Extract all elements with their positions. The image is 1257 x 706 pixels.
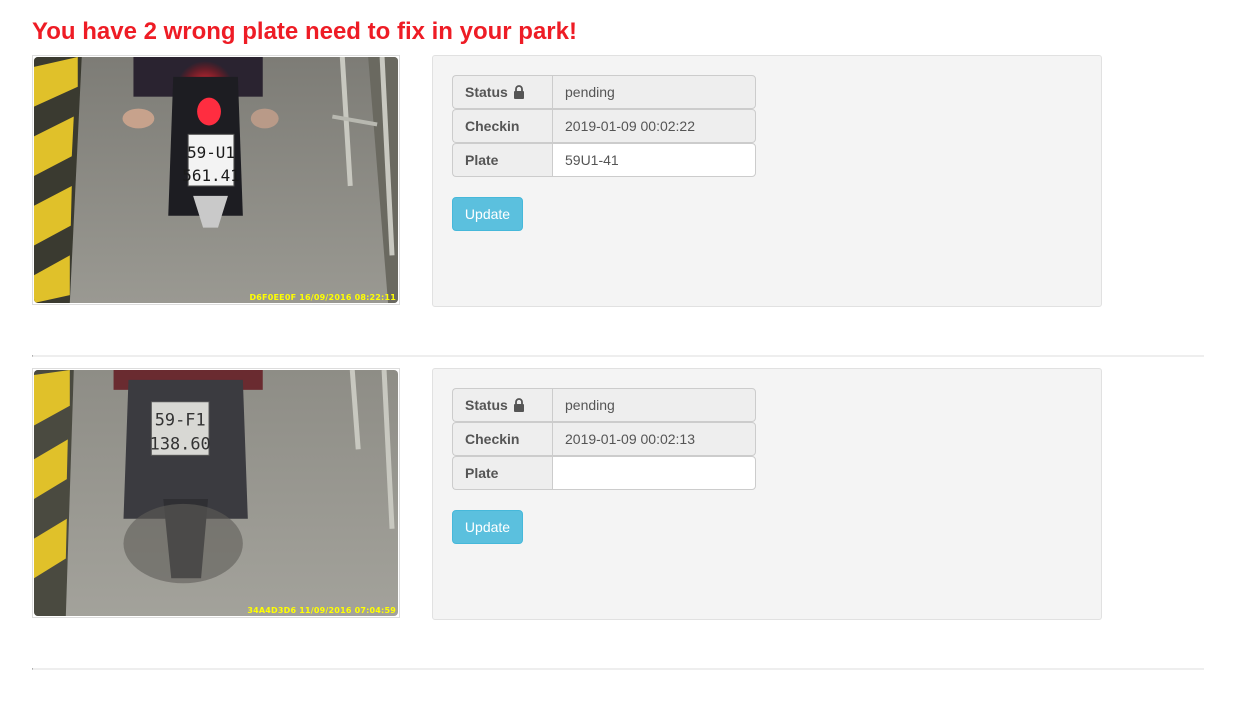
status-field: Status pending <box>452 75 756 109</box>
status-field: Status pending <box>452 388 756 422</box>
status-label: Status <box>452 75 552 109</box>
plate-edit-panel: Status pending Checkin 2019-01-09 00:02:… <box>432 55 1102 307</box>
status-value: pending <box>552 75 756 109</box>
lock-icon <box>513 398 524 412</box>
vehicle-photo: 59-F1 138.60 34A4D3D6 11/09/2016 07:04:5… <box>34 370 398 616</box>
plate-field: Plate <box>452 143 756 177</box>
plate-record: 59-U1 561.41 D6F0EE0F 16/09/2016 08:22:1… <box>32 55 1202 307</box>
checkin-label: Checkin <box>452 422 552 456</box>
plate-input[interactable] <box>552 143 756 177</box>
checkin-field: Checkin 2019-01-09 00:02:13 <box>452 422 756 456</box>
record-divider <box>32 668 1204 670</box>
status-label-text: Status <box>465 84 508 100</box>
plate-label-text: Plate <box>465 465 499 481</box>
photo-timestamp: D6F0EE0F 16/09/2016 08:22:11 <box>249 293 396 302</box>
motorbike-photo-image: 59-U1 561.41 <box>34 57 398 303</box>
status-label: Status <box>452 388 552 422</box>
svg-text:138.60: 138.60 <box>150 433 211 453</box>
plate-input[interactable] <box>552 456 756 490</box>
checkin-field: Checkin 2019-01-09 00:02:22 <box>452 109 756 143</box>
svg-text:561.41: 561.41 <box>182 166 239 185</box>
checkin-label-text: Checkin <box>465 431 520 447</box>
svg-text:59-U1: 59-U1 <box>187 143 235 162</box>
update-button[interactable]: Update <box>452 197 523 231</box>
status-value: pending <box>552 388 756 422</box>
checkin-label: Checkin <box>452 109 552 143</box>
update-button[interactable]: Update <box>452 510 523 544</box>
svg-text:59-F1: 59-F1 <box>155 410 206 430</box>
lock-icon <box>513 85 524 99</box>
plate-label: Plate <box>452 143 552 177</box>
checkin-value: 2019-01-09 00:02:13 <box>552 422 756 456</box>
checkin-value: 2019-01-09 00:02:22 <box>552 109 756 143</box>
plate-record: 59-F1 138.60 34A4D3D6 11/09/2016 07:04:5… <box>32 368 1202 620</box>
record-divider <box>32 355 1204 357</box>
photo-timestamp: 34A4D3D6 11/09/2016 07:04:59 <box>247 606 396 615</box>
status-label-text: Status <box>465 397 508 413</box>
checkin-label-text: Checkin <box>465 118 520 134</box>
plate-edit-panel: Status pending Checkin 2019-01-09 00:02:… <box>432 368 1102 620</box>
plate-label-text: Plate <box>465 152 499 168</box>
page-title: You have 2 wrong plate need to fix in yo… <box>32 18 577 45</box>
vehicle-photo-thumbnail: 59-U1 561.41 D6F0EE0F 16/09/2016 08:22:1… <box>32 55 400 305</box>
vehicle-photo: 59-U1 561.41 D6F0EE0F 16/09/2016 08:22:1… <box>34 57 398 303</box>
plate-field: Plate <box>452 456 756 490</box>
motorbike-photo-image: 59-F1 138.60 <box>34 370 398 616</box>
vehicle-photo-thumbnail: 59-F1 138.60 34A4D3D6 11/09/2016 07:04:5… <box>32 368 400 618</box>
plate-label: Plate <box>452 456 552 490</box>
